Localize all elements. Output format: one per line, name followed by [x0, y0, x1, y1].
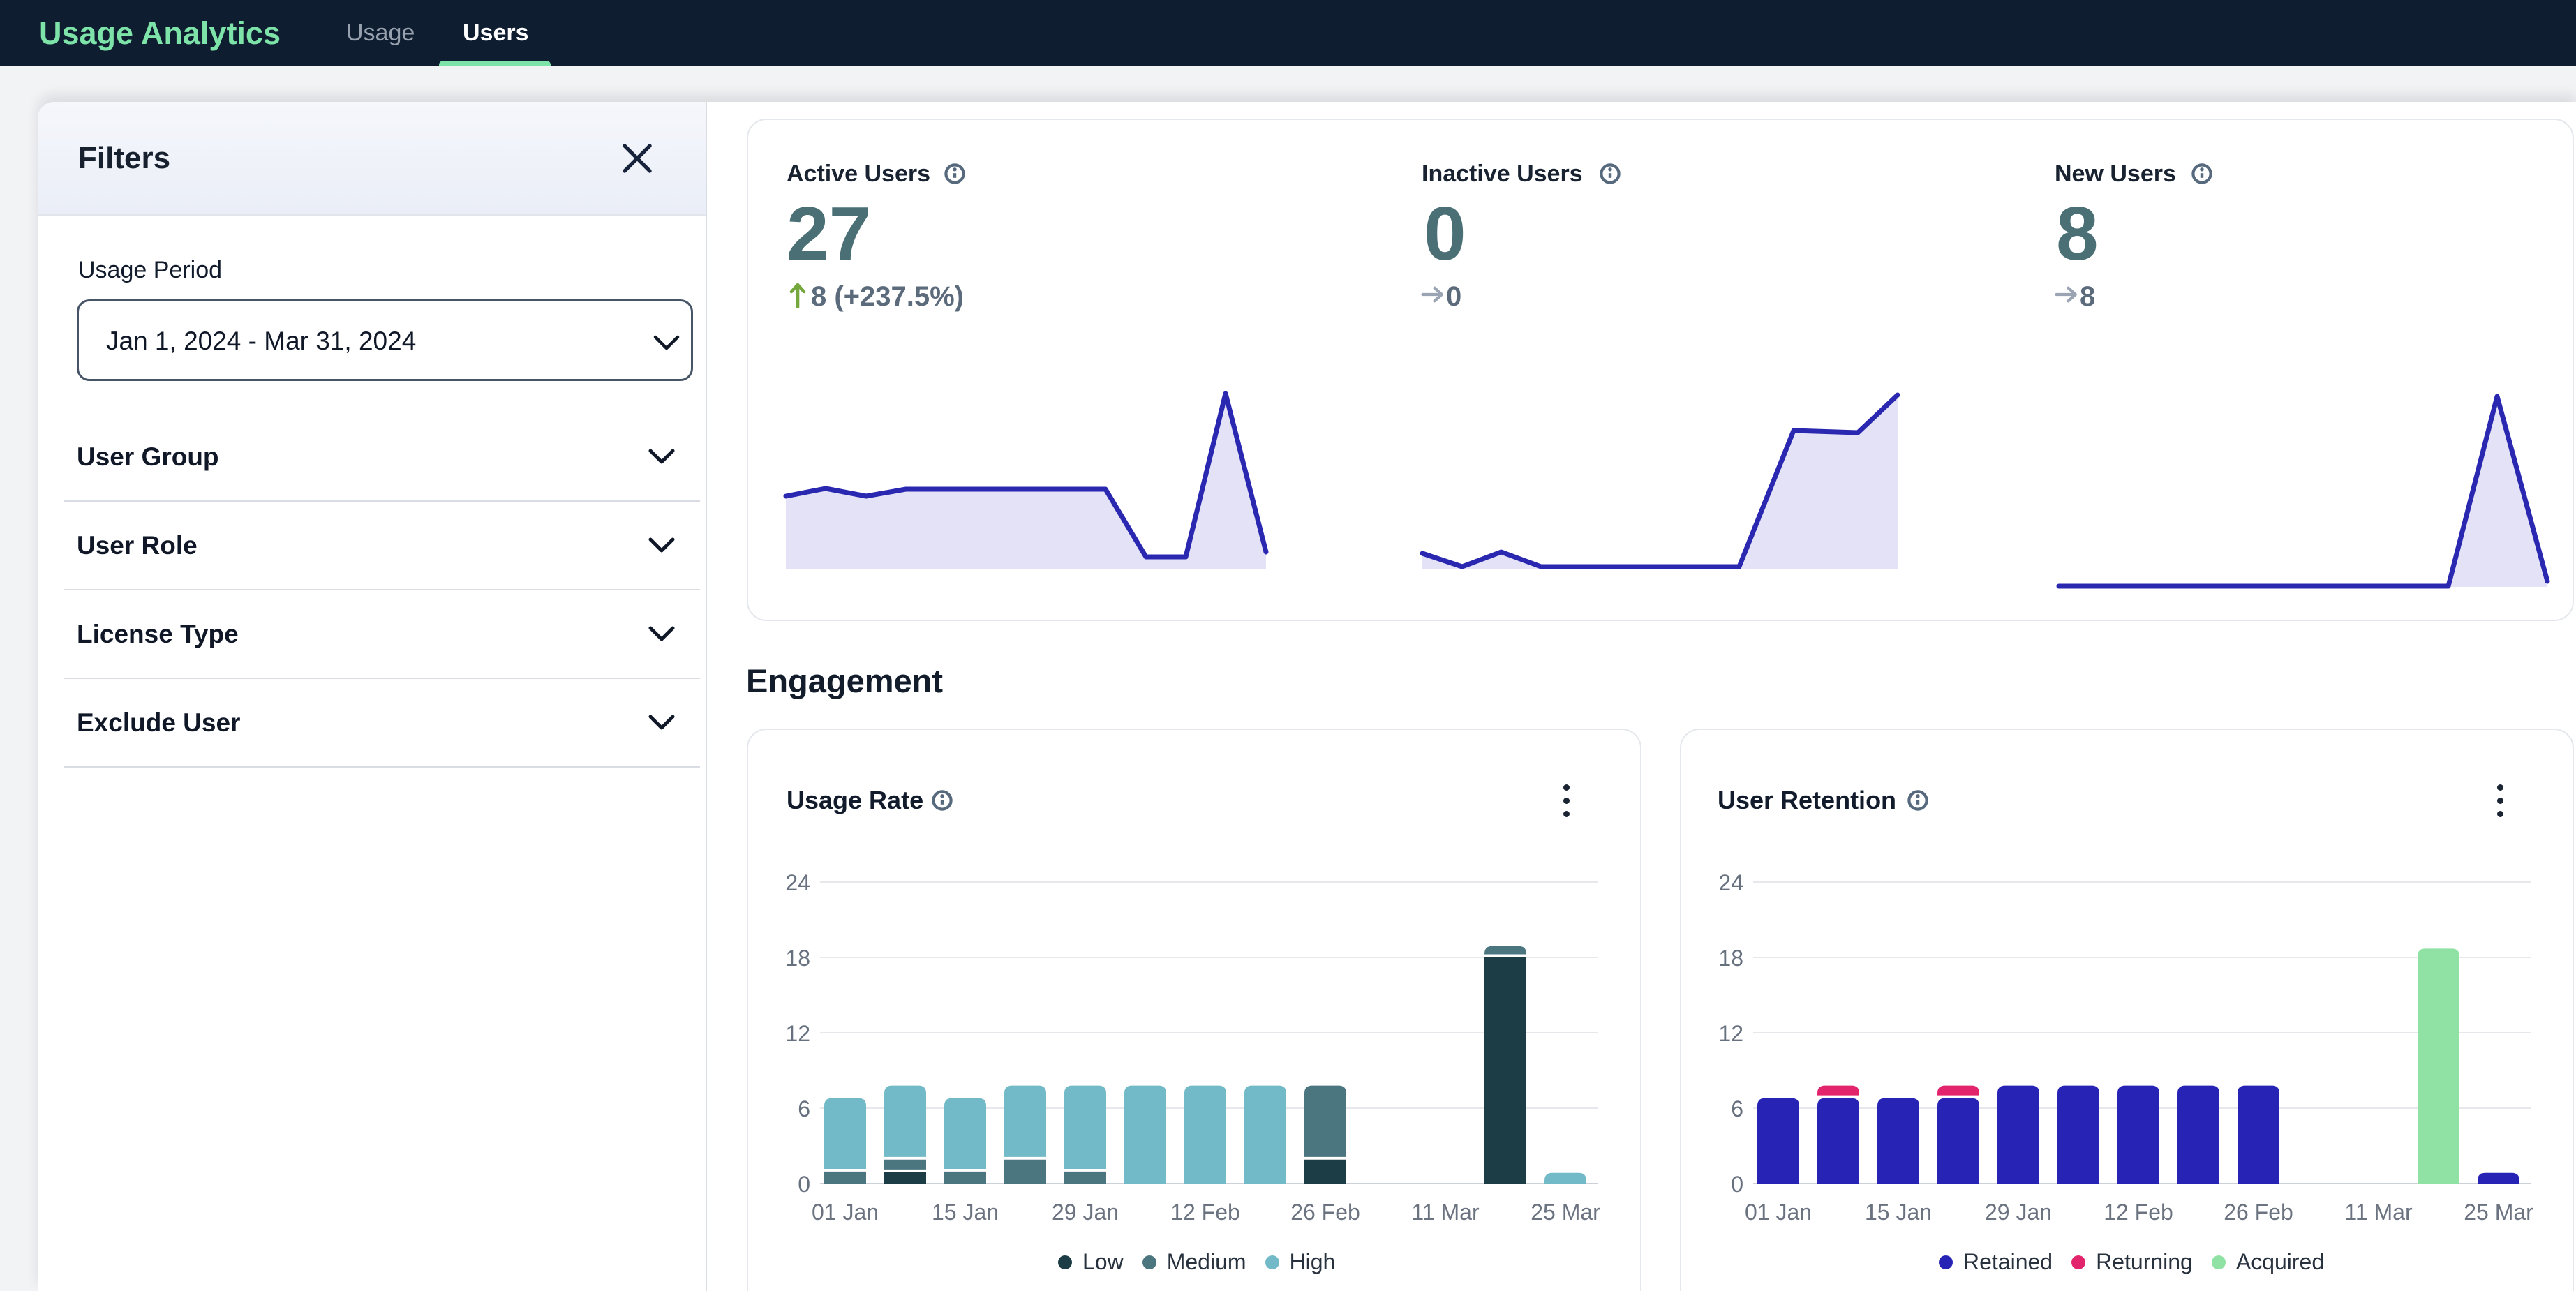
svg-text:01 Jan: 01 Jan [812, 1200, 879, 1225]
svg-text:15 Jan: 15 Jan [932, 1200, 999, 1225]
svg-text:24: 24 [785, 870, 810, 895]
svg-text:01 Jan: 01 Jan [1745, 1200, 1812, 1225]
svg-text:25 Mar: 25 Mar [1531, 1200, 1600, 1225]
svg-text:0: 0 [798, 1172, 810, 1197]
svg-text:12 Feb: 12 Feb [1170, 1200, 1240, 1225]
svg-text:29 Jan: 29 Jan [1985, 1200, 2052, 1225]
svg-text:18: 18 [785, 946, 810, 971]
svg-text:24: 24 [1718, 870, 1743, 895]
svg-text:12: 12 [785, 1021, 810, 1046]
svg-text:12: 12 [1718, 1021, 1743, 1046]
svg-text:25 Mar: 25 Mar [2464, 1200, 2533, 1225]
svg-text:12 Feb: 12 Feb [2104, 1200, 2173, 1225]
svg-text:18: 18 [1718, 946, 1743, 971]
svg-text:11 Mar: 11 Mar [1411, 1200, 1480, 1225]
svg-text:15 Jan: 15 Jan [1865, 1200, 1932, 1225]
svg-text:11 Mar: 11 Mar [2344, 1200, 2413, 1225]
svg-text:26 Feb: 26 Feb [1290, 1200, 1360, 1225]
svg-text:6: 6 [1731, 1096, 1743, 1121]
svg-text:29 Jan: 29 Jan [1052, 1200, 1119, 1225]
svg-text:26 Feb: 26 Feb [2224, 1200, 2293, 1225]
svg-text:0: 0 [1731, 1172, 1743, 1197]
svg-text:6: 6 [798, 1096, 810, 1121]
